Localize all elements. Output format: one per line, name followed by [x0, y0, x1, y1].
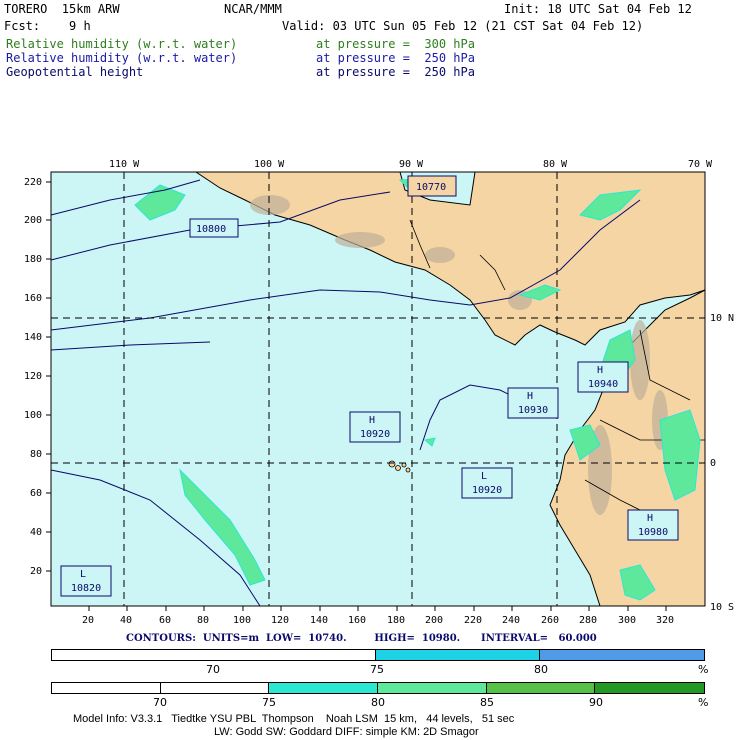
lat-label-10s: 10 S: [710, 602, 735, 613]
colorbar-label: 80: [371, 696, 385, 709]
colorbar-label: 75: [370, 663, 384, 676]
colorbar-segment: [376, 650, 540, 660]
x-tick-label: 40: [120, 615, 133, 626]
colorbar-segment: [160, 683, 270, 693]
y-tick-label: 140: [24, 332, 43, 343]
y-tick-label: 80: [30, 449, 43, 460]
y-tick-label: 200: [24, 215, 43, 226]
x-tick-label: 200: [425, 615, 444, 626]
colorbar-segment: [486, 683, 596, 693]
colorbar-segment: [52, 650, 376, 660]
colorbar-segment: [539, 650, 704, 660]
model-info: Model Info: V3.3.1 Tiedtke YSU PBL Thomp…: [73, 713, 515, 725]
colorbar-segment: [269, 683, 379, 693]
colorbar-segment: [595, 683, 705, 693]
height-label-value: 10930: [518, 405, 549, 416]
height-label-letter: H: [597, 365, 604, 376]
colorbar-segment: [378, 683, 487, 693]
lon-label-100w: 100 W: [254, 159, 285, 170]
height-label-letter: L: [481, 471, 488, 482]
x-tick-label: 220: [464, 615, 483, 626]
height-label-value: 10770: [416, 182, 447, 193]
height-label-value: 10800: [196, 224, 227, 235]
colorbar-label: 80: [534, 663, 548, 676]
lon-label-90w: 90 W: [399, 159, 424, 170]
height-label-value: 10820: [71, 583, 102, 594]
x-tick-label: 80: [197, 615, 210, 626]
colorbar-label: 70: [153, 696, 167, 709]
contours-summary: CONTOURS: UNITS=m LOW= 10740. HIGH= 1098…: [126, 633, 597, 644]
colorbar-label: 70: [206, 663, 220, 676]
x-tick-label: 320: [656, 615, 675, 626]
colorbar-unit: %: [698, 663, 709, 676]
x-tick-label: 140: [310, 615, 329, 626]
y-axis-ticks: [46, 181, 51, 572]
height-label-value: 10920: [472, 485, 503, 496]
height-label-letter: H: [527, 391, 534, 402]
lon-label-110w: 110 W: [109, 159, 140, 170]
colorbar-300hpa: [51, 682, 705, 694]
x-tick-label: 260: [541, 615, 560, 626]
physics-info: LW: Godd SW: Goddard DIFF: simple KM: 2D…: [214, 726, 479, 738]
height-label-letter: H: [369, 415, 376, 426]
lat-label-10n: 10 N: [710, 313, 735, 324]
x-tick-label: 240: [502, 615, 521, 626]
lat-label-0: 0: [710, 458, 717, 469]
colorbar-250hpa: [51, 649, 705, 661]
x-tick-label: 120: [271, 615, 290, 626]
y-tick-label: 120: [24, 371, 43, 382]
colorbar-unit: %: [698, 696, 709, 709]
colorbar-label: 90: [589, 696, 603, 709]
colorbar-segment: [52, 683, 161, 693]
x-tick-label: 180: [387, 615, 406, 626]
y-tick-label: 20: [30, 566, 43, 577]
colorbar-label: 85: [480, 696, 494, 709]
x-tick-label: 280: [579, 615, 598, 626]
x-tick-label: 100: [233, 615, 252, 626]
height-label-letter: H: [647, 513, 654, 524]
y-tick-label: 160: [24, 293, 43, 304]
y-tick-label: 220: [24, 177, 43, 188]
weather-map: [46, 171, 706, 611]
y-tick-label: 40: [30, 527, 43, 538]
height-label-value: 10980: [638, 527, 669, 538]
x-tick-label: 60: [159, 615, 172, 626]
colorbar-label: 75: [262, 696, 276, 709]
x-tick-label: 300: [618, 615, 637, 626]
y-tick-label: 60: [30, 488, 43, 499]
y-tick-label: 180: [24, 254, 43, 265]
y-tick-label: 100: [24, 410, 43, 421]
height-label-value: 10920: [360, 429, 391, 440]
lon-label-70w: 70 W: [688, 159, 713, 170]
lon-label-80w: 80 W: [543, 159, 568, 170]
x-tick-label: 20: [82, 615, 95, 626]
x-tick-label: 160: [348, 615, 367, 626]
x-axis-ticks: [88, 606, 667, 611]
height-label-letter: L: [80, 569, 87, 580]
height-label-value: 10940: [588, 379, 619, 390]
